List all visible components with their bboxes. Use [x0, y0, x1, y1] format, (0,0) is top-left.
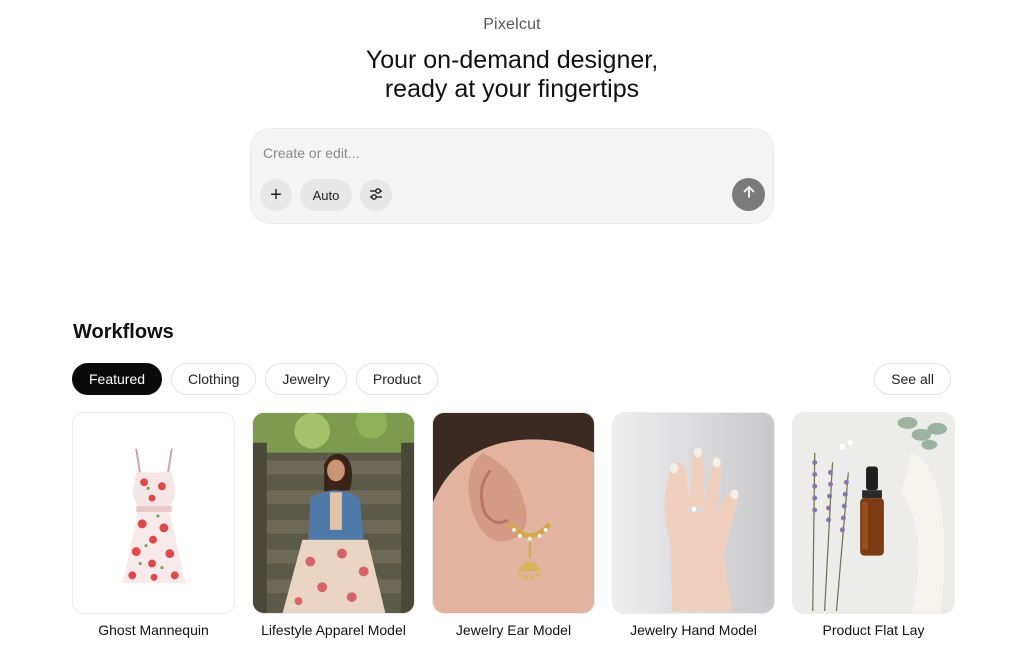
- dropper-bottle-lavender-image: [792, 412, 955, 614]
- workflow-tabs: Featured Clothing Jewelry Product: [72, 363, 439, 395]
- card-label: Lifestyle Apparel Model: [261, 622, 406, 638]
- arrow-up-icon: [741, 184, 757, 205]
- workflow-cards: Ghost Mannequin Lifestyle Apparel Model …: [72, 412, 955, 638]
- workflows-title: Workflows: [73, 321, 174, 343]
- tab-product[interactable]: Product: [355, 363, 439, 395]
- add-button[interactable]: +: [260, 179, 292, 211]
- workflow-card-lifestyle-apparel-model[interactable]: Lifestyle Apparel Model: [252, 412, 415, 638]
- workflow-card-product-flat-lay[interactable]: Product Flat Lay: [792, 412, 955, 638]
- gold-earring-image: [432, 412, 595, 614]
- send-button[interactable]: [732, 178, 765, 211]
- headline-line-2: ready at your fingertips: [384, 75, 640, 103]
- workflow-card-ghost-mannequin[interactable]: Ghost Mannequin: [72, 412, 235, 638]
- tab-jewelry[interactable]: Jewelry: [265, 363, 347, 395]
- hand-with-ring-image: [612, 412, 775, 614]
- card-label: Jewelry Ear Model: [455, 622, 572, 638]
- brand-name: Pixelcut: [483, 16, 541, 33]
- sliders-icon: [368, 186, 384, 205]
- card-label: Ghost Mannequin: [98, 622, 209, 638]
- tab-featured[interactable]: Featured: [72, 363, 163, 395]
- see-all-button[interactable]: See all: [874, 363, 951, 395]
- pixelcut-home: Pixelcut Your on-demand designer, ready …: [0, 0, 1024, 655]
- woman-on-stairs-image: [252, 412, 415, 614]
- card-label: Product Flat Lay: [822, 622, 925, 638]
- tab-clothing[interactable]: Clothing: [171, 363, 257, 395]
- prompt-input[interactable]: [263, 143, 743, 163]
- prompt-composer: + Auto: [250, 128, 774, 224]
- page-headline: Your on-demand designer, ready at your f…: [0, 46, 1024, 104]
- card-label: Jewelry Hand Model: [630, 622, 757, 638]
- headline-line-1: Your on-demand designer,: [365, 46, 659, 74]
- workflow-card-jewelry-ear-model[interactable]: Jewelry Ear Model: [432, 412, 595, 638]
- settings-button[interactable]: [360, 179, 392, 211]
- workflow-card-jewelry-hand-model[interactable]: Jewelry Hand Model: [612, 412, 775, 638]
- floral-dress-image: [72, 412, 235, 614]
- mode-auto-button[interactable]: Auto: [300, 179, 352, 211]
